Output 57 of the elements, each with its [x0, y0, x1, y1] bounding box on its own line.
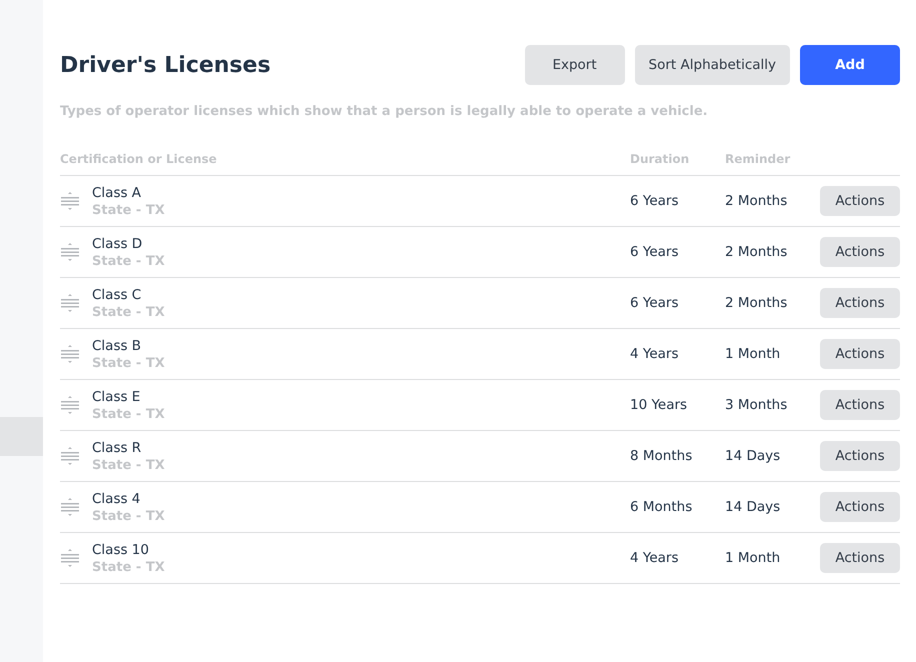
- actions-button[interactable]: Actions: [820, 288, 900, 318]
- license-name: Class D: [92, 236, 144, 252]
- license-issuer: State - TX: [92, 254, 165, 268]
- drag-handle-icon[interactable]: [60, 293, 80, 313]
- actions-button[interactable]: Actions: [820, 339, 900, 369]
- duration-cell-text: 6 Months: [630, 499, 694, 515]
- page-description: Types of operator licenses which show that a person is legally able to operate a vehicle.: [60, 104, 709, 119]
- actions-button[interactable]: Actions: [820, 441, 900, 471]
- license-issuer: State - TX: [92, 508, 165, 524]
- column-header: Duration: [630, 152, 690, 166]
- license-name: Class 4: [92, 490, 142, 506]
- drag-handle-icon[interactable]: [60, 446, 80, 466]
- license-name: Class 10: [92, 542, 150, 558]
- drag-handle-icon[interactable]: [60, 497, 80, 517]
- duration-cell-text: 6 Years: [630, 244, 680, 260]
- license-name: Class B: [92, 338, 142, 354]
- duration-cell-text: 8 Months: [630, 448, 694, 464]
- drag-handle-icon[interactable]: [60, 548, 80, 568]
- actions-button[interactable]: Actions: [820, 390, 900, 420]
- license-issuer: State - TX: [92, 560, 165, 574]
- actions-button[interactable]: Actions: [820, 237, 900, 267]
- reminder-cell-text: 14 Days: [725, 448, 782, 464]
- actions-button[interactable]: Actions: [820, 492, 900, 522]
- reminder-cell-text: 14 Days: [725, 499, 782, 515]
- drag-handle-icon[interactable]: [60, 191, 80, 211]
- reminder-cell-text: 2 Months: [725, 193, 788, 209]
- license-name: Class A: [92, 184, 142, 200]
- actions-button[interactable]: Actions: [820, 186, 900, 216]
- license-issuer: State - TX: [92, 356, 165, 370]
- add-button[interactable]: Add: [800, 45, 900, 85]
- duration-cell-text: 10 Years: [630, 397, 688, 413]
- sidebar-highlight: [0, 417, 43, 456]
- reminder-cell-text: 1 Month: [725, 550, 782, 566]
- license-name: Class C: [92, 286, 142, 302]
- reminder-cell-text: 1 Month: [725, 346, 782, 362]
- license-issuer: State - TX: [92, 202, 165, 218]
- license-issuer: State - TX: [92, 406, 165, 422]
- column-header: Certification or License: [60, 152, 218, 166]
- license-issuer: State - TX: [92, 458, 165, 472]
- duration-cell-text: 4 Years: [630, 346, 680, 362]
- toolbar-button[interactable]: Sort Alphabetically: [634, 45, 790, 85]
- column-header: Reminder: [725, 152, 792, 166]
- reminder-cell-text: 3 Months: [725, 397, 788, 413]
- duration-cell-text: 4 Years: [630, 550, 680, 566]
- license-name: Class R: [92, 440, 142, 456]
- license-issuer: State - TX: [92, 304, 165, 320]
- license-name: Class E: [92, 388, 142, 404]
- drag-handle-icon[interactable]: [60, 395, 80, 415]
- toolbar-button[interactable]: Export: [524, 45, 625, 85]
- reminder-cell-text: 2 Months: [725, 295, 788, 311]
- reminder-cell-text: 2 Months: [725, 244, 788, 260]
- duration-cell-text: 6 Years: [630, 295, 680, 311]
- actions-button[interactable]: Actions: [820, 543, 900, 573]
- page-title: Driver's Licenses: [60, 52, 272, 78]
- drag-handle-icon[interactable]: [60, 344, 80, 364]
- duration-cell-text: 6 Years: [630, 193, 680, 209]
- drag-handle-icon[interactable]: [60, 242, 80, 262]
